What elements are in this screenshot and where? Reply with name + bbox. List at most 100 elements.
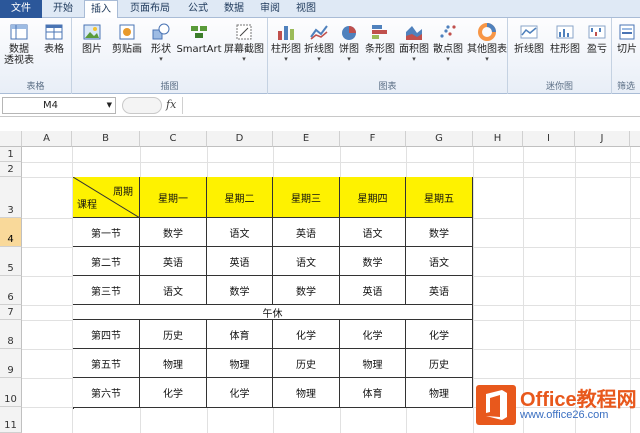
- row-header-7[interactable]: 7: [0, 305, 22, 320]
- sparkline-column-button[interactable]: 柱形图: [548, 22, 582, 55]
- row-header-1[interactable]: 1: [0, 147, 22, 162]
- period-label-cell[interactable]: 第一节: [73, 218, 140, 247]
- formula-input[interactable]: [182, 97, 638, 114]
- subject-cell[interactable]: 化学: [207, 378, 273, 408]
- row-header-8[interactable]: 8: [0, 320, 22, 349]
- subject-cell[interactable]: 语文: [340, 218, 406, 247]
- column-header-k[interactable]: [630, 131, 640, 147]
- subject-cell[interactable]: 语文: [140, 276, 207, 305]
- clipart-button[interactable]: 剪贴画: [110, 22, 144, 55]
- column-header-g[interactable]: G: [406, 131, 473, 147]
- subject-cell[interactable]: 物理: [340, 349, 406, 378]
- subject-cell[interactable]: 英语: [140, 247, 207, 276]
- pie-chart-label: 饼图: [339, 44, 359, 55]
- subject-cell[interactable]: 语文: [273, 247, 340, 276]
- column-header-c[interactable]: C: [140, 131, 207, 147]
- line-chart-button[interactable]: 折线图 ▾: [303, 22, 335, 63]
- tab-file[interactable]: 文件: [0, 0, 42, 18]
- table-button[interactable]: 表格: [40, 22, 68, 55]
- column-header-e[interactable]: E: [273, 131, 340, 147]
- subject-cell[interactable]: 物理: [140, 349, 207, 378]
- pivot-table-button[interactable]: 数据 透视表: [2, 22, 36, 66]
- row-header-2[interactable]: 2: [0, 162, 22, 177]
- bar-chart-button[interactable]: 条形图 ▾: [364, 22, 396, 63]
- subject-cell[interactable]: 英语: [340, 276, 406, 305]
- day-header-cell[interactable]: 星期四: [340, 177, 406, 218]
- sparkline-winloss-button[interactable]: 盈亏: [584, 22, 610, 55]
- name-box-dropdown-icon[interactable]: ▼: [107, 98, 112, 113]
- column-header-b[interactable]: B: [72, 131, 140, 147]
- subject-cell[interactable]: 英语: [207, 247, 273, 276]
- subject-cell[interactable]: 历史: [140, 320, 207, 349]
- picture-button[interactable]: 图片: [78, 22, 106, 55]
- subject-cell[interactable]: 英语: [273, 218, 340, 247]
- subject-cell[interactable]: 体育: [207, 320, 273, 349]
- slicer-button[interactable]: 切片: [614, 22, 640, 55]
- subject-cell[interactable]: 历史: [406, 349, 473, 378]
- tab-formulas[interactable]: 公式: [182, 0, 214, 18]
- area-chart-button[interactable]: 面积图 ▾: [398, 22, 430, 63]
- period-label-cell[interactable]: 第二节: [73, 247, 140, 276]
- period-label-cell[interactable]: 第五节: [73, 349, 140, 378]
- subject-cell[interactable]: 数学: [340, 247, 406, 276]
- column-header-h[interactable]: H: [473, 131, 523, 147]
- row-header-5[interactable]: 5: [0, 247, 22, 276]
- row-header-10[interactable]: 10: [0, 378, 22, 407]
- column-chart-button[interactable]: 柱形图 ▾: [270, 22, 302, 63]
- subject-cell[interactable]: 语文: [406, 247, 473, 276]
- shapes-button[interactable]: 形状 ▾: [148, 22, 174, 63]
- office-logo-icon: [476, 385, 516, 425]
- day-header-cell[interactable]: 星期一: [140, 177, 207, 218]
- pie-chart-button[interactable]: 饼图 ▾: [336, 22, 362, 63]
- subject-cell[interactable]: 物理: [406, 378, 473, 408]
- name-box[interactable]: M4 ▼: [2, 97, 116, 114]
- day-header-cell[interactable]: 星期三: [273, 177, 340, 218]
- tab-page-layout[interactable]: 页面布局: [122, 0, 178, 18]
- tab-data[interactable]: 数据: [218, 0, 250, 18]
- subject-cell[interactable]: 数学: [406, 218, 473, 247]
- day-header-cell[interactable]: 星期五: [406, 177, 473, 218]
- subject-cell[interactable]: 物理: [273, 378, 340, 408]
- subject-cell[interactable]: 历史: [273, 349, 340, 378]
- column-header-j[interactable]: J: [575, 131, 630, 147]
- column-header-d[interactable]: D: [207, 131, 273, 147]
- subject-cell[interactable]: 化学: [140, 378, 207, 408]
- day-header-cell[interactable]: 星期二: [207, 177, 273, 218]
- subject-cell[interactable]: 物理: [207, 349, 273, 378]
- tab-review[interactable]: 审阅: [254, 0, 286, 18]
- subject-cell[interactable]: 语文: [207, 218, 273, 247]
- screenshot-button[interactable]: 屏幕截图 ▾: [222, 22, 266, 63]
- scatter-chart-button[interactable]: 散点图 ▾: [432, 22, 464, 63]
- smartart-button[interactable]: SmartArt: [176, 22, 222, 55]
- period-label-cell[interactable]: 第四节: [73, 320, 140, 349]
- subject-cell[interactable]: 数学: [273, 276, 340, 305]
- row-header-3[interactable]: 3: [0, 177, 22, 218]
- subject-cell[interactable]: 化学: [406, 320, 473, 349]
- column-header-i[interactable]: I: [523, 131, 575, 147]
- corner-header-cell[interactable]: 周期 课程: [73, 177, 140, 218]
- row-header-11[interactable]: 11: [0, 407, 22, 433]
- subject-cell[interactable]: 化学: [340, 320, 406, 349]
- tab-view[interactable]: 视图: [290, 0, 322, 18]
- row-header-9[interactable]: 9: [0, 349, 22, 378]
- sparkline-line-button[interactable]: 折线图: [512, 22, 546, 55]
- corner-course-label: 课程: [77, 200, 97, 211]
- subject-cell[interactable]: 数学: [140, 218, 207, 247]
- subject-cell[interactable]: 英语: [406, 276, 473, 305]
- insert-function-icon[interactable]: fx: [166, 98, 176, 111]
- other-charts-button[interactable]: 其他图表 ▾: [466, 22, 508, 63]
- row-header-6[interactable]: 6: [0, 276, 22, 305]
- column-header-a[interactable]: A: [22, 131, 72, 147]
- column-header-f[interactable]: F: [340, 131, 406, 147]
- lunch-break-cell[interactable]: 午休: [73, 305, 473, 320]
- formula-bar-splitter[interactable]: [122, 97, 162, 114]
- select-all-corner[interactable]: [0, 131, 22, 147]
- row-header-4[interactable]: 4: [0, 218, 22, 247]
- subject-cell[interactable]: 化学: [273, 320, 340, 349]
- tab-home[interactable]: 开始: [46, 0, 80, 18]
- tab-insert[interactable]: 插入: [84, 0, 118, 19]
- period-label-cell[interactable]: 第三节: [73, 276, 140, 305]
- subject-cell[interactable]: 数学: [207, 276, 273, 305]
- subject-cell[interactable]: 体育: [340, 378, 406, 408]
- period-label-cell[interactable]: 第六节: [73, 378, 140, 408]
